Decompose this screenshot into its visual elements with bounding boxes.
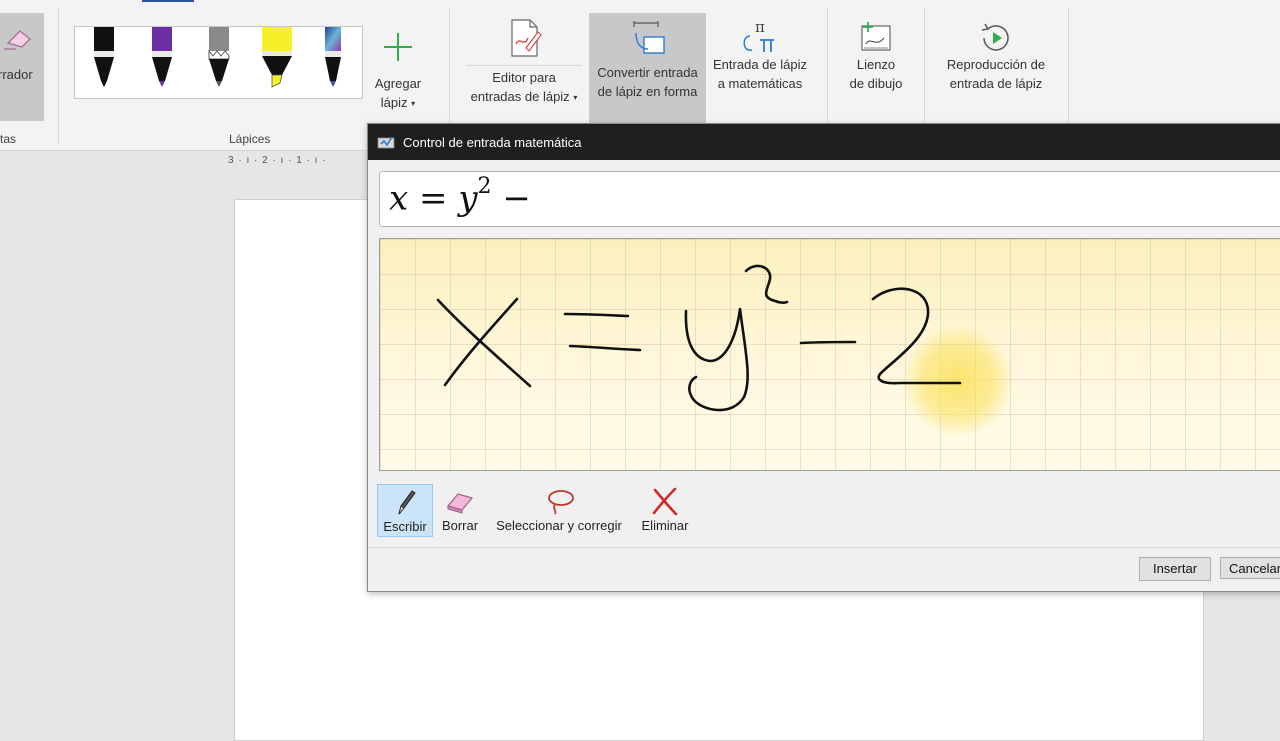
ink-editor-label: Editor para	[466, 65, 582, 87]
dropdown-caret-icon: ▾	[573, 93, 578, 103]
ink-editor-icon	[511, 19, 542, 57]
pen-icon	[398, 490, 416, 515]
equation-exponent: 2	[477, 174, 492, 199]
ink-stroke	[563, 312, 630, 318]
select-correct-tool-button[interactable]: Seleccionar y corregir	[489, 485, 629, 536]
ink-to-math-label: Entrada de lápiz	[713, 57, 807, 72]
pen-gallery[interactable]	[74, 26, 363, 99]
ink-stroke	[744, 264, 789, 304]
pencil-icon[interactable]	[204, 27, 234, 91]
handwritten-ink	[436, 264, 962, 412]
math-input-dialog: Control de entrada matemática x = y2 − E…	[367, 123, 1280, 592]
plus-icon	[384, 33, 412, 61]
ink-stroke	[568, 344, 642, 352]
highlighter-icon[interactable]	[260, 27, 294, 91]
write-tool-label: Escribir	[383, 519, 427, 534]
equation-y: y	[458, 178, 478, 219]
write-tool-button[interactable]: Escribir	[377, 484, 433, 537]
ribbon-separator	[58, 8, 59, 144]
notes-group-label: tas	[0, 132, 17, 146]
math-input-app-icon	[377, 136, 395, 149]
drawing-canvas-label: Lienzo	[856, 57, 896, 72]
math-preview-box: x = y2 −	[379, 171, 1280, 227]
insert-button[interactable]: Insertar	[1139, 557, 1211, 581]
dialog-titlebar[interactable]: Control de entrada matemática	[368, 124, 1280, 160]
ink-editor-button[interactable]: Editor para entradas de lápiz ▾	[462, 18, 586, 107]
ink-stroke	[799, 340, 857, 345]
pens-group-label: Lápices	[229, 132, 271, 146]
drawing-canvas-button[interactable]: Lienzo de dibujo	[840, 18, 912, 93]
recognized-equation: x = y2 −	[389, 174, 531, 219]
ink-to-math-icon: π	[743, 18, 774, 52]
add-pen-label-2: lápiz ▾	[380, 95, 416, 110]
ink-to-shape-label: Convertir entrada	[597, 65, 698, 80]
eraser-icon	[4, 30, 31, 50]
erase-tool-label: Borrar	[441, 518, 479, 533]
eraser-button[interactable]: rrador	[0, 13, 44, 121]
ink-stroke	[436, 298, 532, 388]
horizontal-ruler: 3 · ı · 2 · ı · 1 · ı ·	[228, 155, 327, 166]
equation-x: x	[389, 178, 409, 219]
ink-to-shape-button[interactable]: Convertir entrada de lápiz en forma	[589, 13, 706, 123]
dialog-title: Control de entrada matemática	[403, 135, 582, 150]
delete-x-icon	[652, 487, 678, 516]
cancel-button[interactable]: Cancelar	[1220, 557, 1280, 579]
handwriting-area[interactable]	[379, 238, 1280, 471]
ink-to-math-button[interactable]: π Entrada de lápiz a matemáticas	[708, 18, 812, 93]
ink-to-shape-icon	[632, 21, 665, 54]
black-pen-icon[interactable]	[89, 27, 119, 91]
replay-icon	[981, 23, 1009, 51]
clear-tool-label: Eliminar	[641, 518, 689, 533]
active-tab-indicator	[142, 0, 194, 2]
add-pen-button[interactable]: Agregar lápiz ▾	[367, 30, 429, 113]
ink-stroke	[871, 287, 962, 385]
purple-pen-icon[interactable]	[147, 27, 177, 91]
eraser-label: rrador	[0, 67, 33, 82]
ink-replay-button[interactable]: Reproducción de entrada de lápiz	[936, 18, 1056, 93]
erase-tool-button[interactable]: Borrar	[437, 485, 483, 536]
drawing-canvas-label-2: de dibujo	[849, 76, 903, 91]
drawing-canvas-icon	[861, 22, 891, 51]
equation-equals: =	[419, 178, 448, 219]
ink-editor-label-2: entradas de lápiz ▾	[470, 89, 578, 104]
select-correct-tool-label: Seleccionar y corregir	[496, 518, 622, 533]
ink-to-shape-label-2: de lápiz en forma	[597, 84, 698, 99]
svg-text:π: π	[755, 18, 765, 36]
dropdown-caret-icon: ▾	[411, 99, 416, 109]
ink-to-math-label-2: a matemáticas	[717, 76, 803, 91]
lasso-icon	[548, 490, 574, 515]
ink-replay-label: Reproducción de	[946, 57, 1046, 72]
add-pen-label: Agregar	[374, 76, 422, 91]
galaxy-pen-icon[interactable]	[318, 27, 348, 91]
eraser-icon	[446, 493, 474, 514]
equation-minus: −	[502, 178, 531, 219]
clear-tool-button[interactable]: Eliminar	[635, 485, 695, 536]
ink-stroke	[684, 307, 749, 412]
ink-replay-label-2: entrada de lápiz	[949, 76, 1043, 91]
